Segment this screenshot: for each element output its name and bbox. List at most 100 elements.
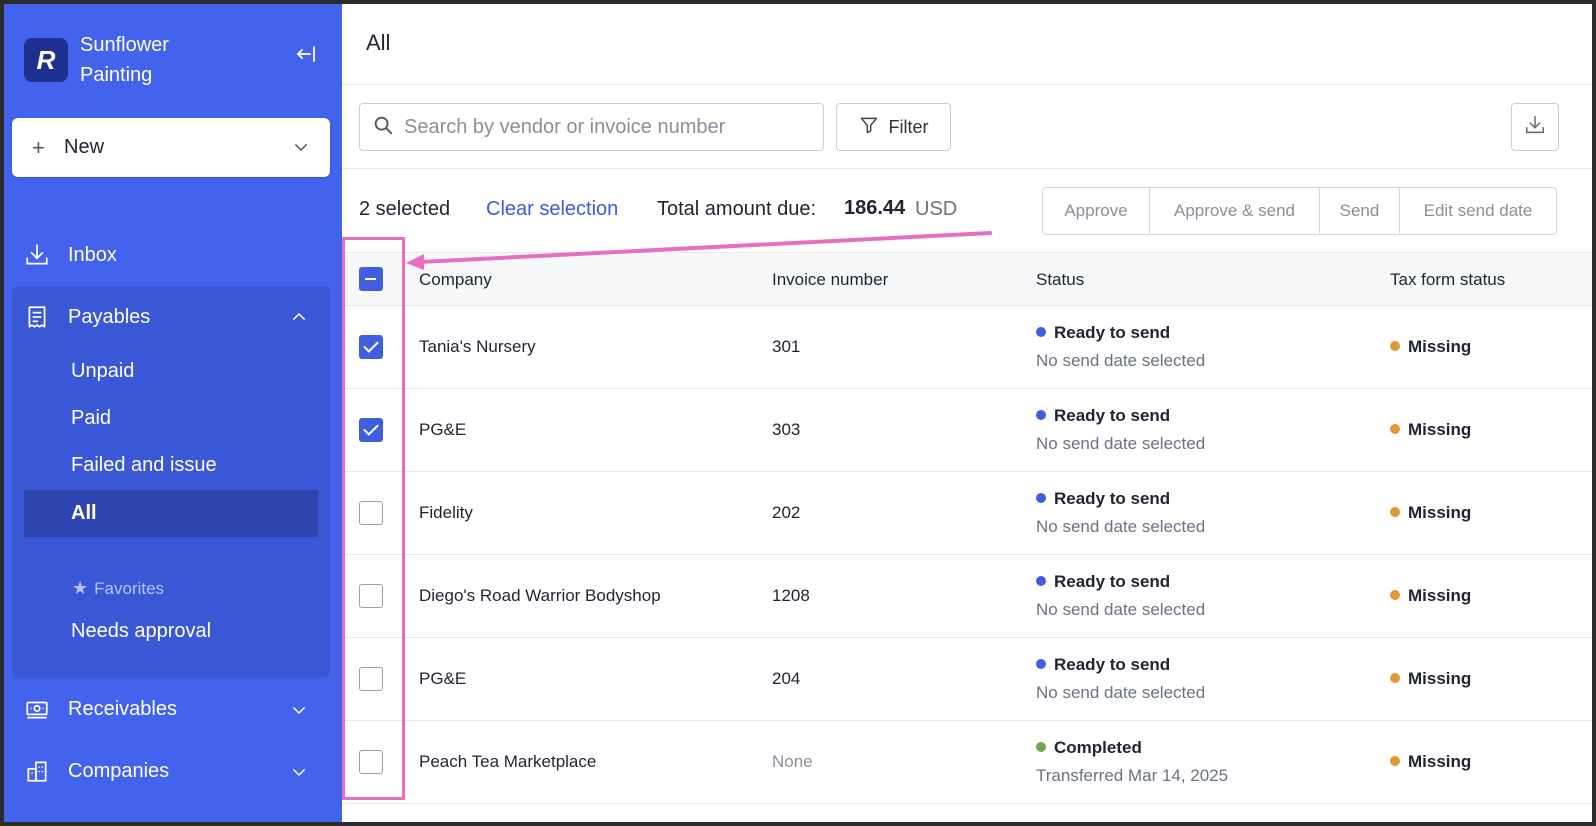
cell-invoice-number: 301: [772, 337, 801, 356]
company-name: Sunflower Painting: [80, 34, 169, 86]
cell-invoice-number: 204: [772, 669, 801, 688]
collapse-sidebar-icon[interactable]: [294, 42, 318, 66]
company-logo: R: [24, 38, 68, 82]
row-checkbox[interactable]: [359, 418, 383, 442]
sidebar-item-inbox[interactable]: Inbox: [24, 242, 117, 268]
search-box[interactable]: [359, 103, 824, 151]
plus-icon: +: [32, 134, 45, 160]
status-label: Ready to send: [1054, 489, 1171, 508]
total-amount-currency: USD: [915, 198, 958, 220]
table-row[interactable]: Fidelity 202 Ready to send No send date sel…: [342, 472, 1592, 555]
table-row[interactable]: Diego's Road Warrior Bodyshop 1208 Ready t…: [342, 555, 1592, 638]
filter-button[interactable]: Filter: [836, 103, 951, 151]
sidebar-item-label: Companies: [68, 759, 170, 782]
table-row[interactable]: Tania's Nursery 301 Ready to send No send d…: [342, 306, 1592, 389]
sidebar-subitem-failed[interactable]: Failed and issue: [71, 454, 217, 477]
tax-status-dot: [1390, 341, 1400, 351]
divider: [342, 84, 1592, 85]
active-item-highlight: [24, 490, 318, 537]
chevron-up-icon[interactable]: [290, 308, 308, 326]
new-button[interactable]: + New: [12, 118, 330, 177]
sidebar-item-receivables[interactable]: Receivables: [24, 696, 177, 722]
status-detail: No send date selected: [1036, 351, 1206, 370]
brand[interactable]: R Sunflower Painting: [24, 30, 220, 90]
approve-and-send-button[interactable]: Approve & send: [1150, 188, 1320, 234]
cell-invoice-number: 303: [772, 420, 801, 439]
column-header-status[interactable]: Status: [1036, 270, 1084, 290]
status-detail: No send date selected: [1036, 517, 1206, 536]
approve-button[interactable]: Approve: [1043, 188, 1150, 234]
status-dot: [1036, 576, 1046, 586]
download-icon: [1524, 114, 1546, 141]
chevron-down-icon: [292, 138, 310, 162]
sidebar-item-label: Receivables: [68, 697, 177, 720]
cell-tax-form-status: Missing: [1390, 752, 1471, 772]
tax-status-dot: [1390, 590, 1400, 600]
new-button-label: New: [64, 136, 105, 158]
page-title: All: [366, 30, 391, 55]
sidebar-subitem-all[interactable]: All: [71, 502, 97, 525]
bulk-actions: Approve Approve & send Send Edit send da…: [1042, 187, 1557, 235]
sidebar-item-payables[interactable]: Payables: [24, 304, 150, 330]
receivables-icon: [24, 696, 50, 722]
sidebar-item-companies[interactable]: Companies: [24, 758, 169, 784]
filter-label: Filter: [888, 116, 929, 137]
app-window: R Sunflower Painting + New Inbox Payable…: [4, 4, 1592, 822]
chevron-down-icon[interactable]: [290, 701, 308, 719]
selection-count: 2 selected: [359, 198, 451, 220]
download-button[interactable]: [1511, 103, 1559, 151]
chevron-down-icon[interactable]: [290, 763, 308, 781]
column-header-tax-form-status[interactable]: Tax form status: [1390, 270, 1505, 290]
cell-tax-form-status: Missing: [1390, 669, 1471, 689]
select-all-checkbox[interactable]: [359, 267, 383, 291]
row-checkbox[interactable]: [359, 667, 383, 691]
cell-company: Diego's Road Warrior Bodyshop: [419, 586, 661, 605]
column-header-company[interactable]: Company: [419, 270, 492, 290]
sidebar-subitem-paid[interactable]: Paid: [71, 407, 111, 430]
table-row[interactable]: Peach Tea Marketplace None Completed Transf…: [342, 721, 1592, 804]
cell-tax-form-status: Missing: [1390, 337, 1471, 357]
cell-tax-form-status: Missing: [1390, 503, 1471, 523]
clear-selection-link[interactable]: Clear selection: [486, 198, 618, 221]
cell-company: PG&E: [419, 420, 467, 439]
send-button[interactable]: Send: [1320, 188, 1400, 234]
total-amount-label: Total amount due:: [657, 198, 816, 220]
star-icon: ★: [72, 578, 89, 598]
search-icon: [372, 114, 394, 141]
status-detail: Transferred Mar 14, 2025: [1036, 766, 1229, 785]
tax-status-label: Missing: [1408, 503, 1472, 522]
tax-status-dot: [1390, 507, 1400, 517]
table-row[interactable]: PG&E 303 Ready to send No send date selecte…: [342, 389, 1592, 472]
edit-send-date-button[interactable]: Edit send date: [1400, 188, 1556, 234]
column-header-invoice-number[interactable]: Invoice number: [772, 270, 888, 290]
sidebar-subitem-unpaid[interactable]: Unpaid: [71, 360, 134, 383]
filter-icon: [859, 115, 879, 140]
cell-status: Completed Transferred Mar 14, 2025: [1036, 738, 1228, 786]
cell-invoice-number: 202: [772, 503, 801, 522]
cell-invoice-number: 1208: [772, 586, 810, 605]
sidebar: R Sunflower Painting + New Inbox Payable…: [4, 4, 342, 822]
status-dot: [1036, 410, 1046, 420]
row-checkbox[interactable]: [359, 335, 383, 359]
status-dot: [1036, 742, 1046, 752]
divider: [342, 168, 1592, 169]
cell-invoice-number: None: [772, 752, 813, 771]
row-checkbox[interactable]: [359, 750, 383, 774]
cell-company: Fidelity: [419, 503, 473, 522]
row-checkbox[interactable]: [359, 584, 383, 608]
tax-status-label: Missing: [1408, 337, 1472, 356]
tax-status-label: Missing: [1408, 586, 1472, 605]
search-input[interactable]: [404, 115, 804, 139]
tax-status-label: Missing: [1408, 669, 1472, 688]
status-detail: No send date selected: [1036, 600, 1206, 619]
status-label: Ready to send: [1054, 406, 1171, 425]
status-detail: No send date selected: [1036, 683, 1206, 702]
receipt-icon: [24, 304, 50, 330]
table-row[interactable]: PG&E 204 Ready to send No send date selecte…: [342, 638, 1592, 721]
status-dot: [1036, 493, 1046, 503]
row-checkbox[interactable]: [359, 501, 383, 525]
inbox-download-icon: [24, 242, 50, 268]
cell-status: Ready to send No send date selected: [1036, 655, 1205, 703]
cell-company: Tania's Nursery: [419, 337, 536, 356]
favorite-item-needs-approval[interactable]: Needs approval: [71, 620, 211, 643]
